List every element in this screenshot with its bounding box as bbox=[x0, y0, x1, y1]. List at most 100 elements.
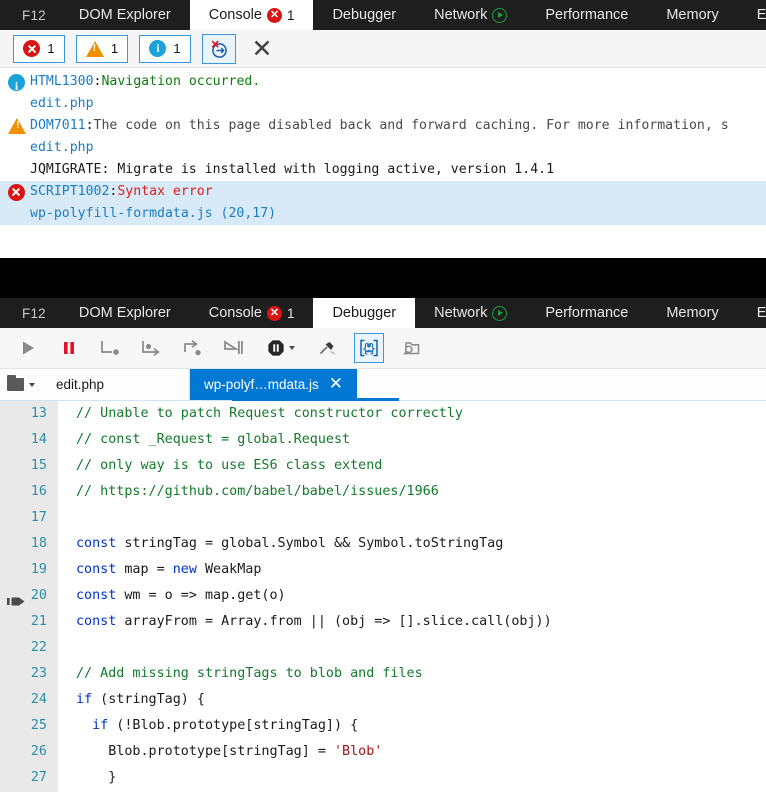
line-number: 15 bbox=[30, 458, 47, 473]
code-token: // https://github.com/babel/babel/issues… bbox=[76, 484, 439, 499]
message-source-link[interactable]: edit.php bbox=[30, 93, 94, 115]
line-content: // Unable to patch Request constructor c… bbox=[58, 401, 463, 427]
tab-console[interactable]: Console ✕ 1 bbox=[190, 298, 314, 328]
code-line-list: 13 // Unable to patch Request constructor… bbox=[0, 401, 766, 791]
code-line[interactable]: 13 // Unable to patch Request constructor… bbox=[0, 401, 766, 427]
console-message-source-row[interactable]: wp-polyfill-formdata.js (20,17) bbox=[0, 203, 766, 225]
code-line[interactable]: 19 const map = new WeakMap bbox=[0, 557, 766, 583]
file-tab[interactable]: edit.php bbox=[42, 369, 190, 400]
step-over-button[interactable] bbox=[137, 334, 165, 362]
code-line[interactable]: 17 bbox=[0, 505, 766, 531]
code-token: (stringTag) { bbox=[92, 692, 205, 707]
filter-info-button[interactable]: 1 bbox=[139, 34, 191, 63]
code-line[interactable]: 26 Blob.prototype[stringTag] = 'Blob' bbox=[0, 739, 766, 765]
tab-label: Debugger bbox=[332, 305, 397, 321]
run-to-cursor-button[interactable] bbox=[219, 334, 247, 362]
tab-label: DOM Explorer bbox=[78, 305, 171, 321]
console-message-source-row[interactable]: edit.php bbox=[0, 137, 766, 159]
code-token: Blob.prototype[stringTag] = bbox=[76, 744, 334, 759]
close-icon[interactable]: ✕ bbox=[329, 376, 343, 393]
warning-triangle-icon bbox=[8, 118, 26, 134]
step-into-button[interactable] bbox=[96, 334, 124, 362]
tab-debugger[interactable]: Debugger bbox=[313, 298, 416, 328]
line-content: const stringTag = global.Symbol && Symbo… bbox=[58, 531, 503, 557]
tab-console[interactable]: Console ✕ 1 bbox=[189, 0, 314, 30]
debugger-toolbar: {} bbox=[0, 328, 766, 369]
clear-console-button[interactable]: ✕ bbox=[247, 34, 277, 64]
break-on-button[interactable] bbox=[260, 334, 300, 362]
break-on-new-worker-button[interactable] bbox=[313, 334, 341, 362]
clear-on-navigate-toggle[interactable] bbox=[202, 33, 236, 64]
console-message-source-row[interactable]: edit.php bbox=[0, 93, 766, 115]
step-out-button[interactable] bbox=[178, 334, 206, 362]
message-severity-warning bbox=[8, 115, 30, 137]
line-number: 26 bbox=[30, 744, 47, 759]
panel-divider bbox=[0, 258, 766, 298]
message-source-link[interactable]: wp-polyfill-formdata.js (20,17) bbox=[30, 203, 276, 225]
code-line[interactable]: 18 const stringTag = global.Symbol && Sym… bbox=[0, 531, 766, 557]
filter-warnings-button[interactable]: 1 bbox=[76, 34, 128, 63]
tab-network[interactable]: Network bbox=[415, 0, 526, 30]
tab-list: DOM Explorer Console ✕ 1 Debugger Network Perf… bbox=[60, 0, 766, 30]
code-line[interactable]: 23 // Add missing stringTags to blob and … bbox=[0, 661, 766, 687]
warning-triangle-icon bbox=[85, 40, 104, 57]
search-folder-icon bbox=[403, 342, 420, 355]
warning-count: 1 bbox=[110, 41, 119, 56]
find-in-files-button[interactable] bbox=[397, 334, 425, 362]
tab-list: DOM Explorer Console ✕ 1 Debugger Network Perf… bbox=[60, 298, 766, 328]
info-circle-icon bbox=[149, 40, 167, 57]
step-into-icon bbox=[101, 341, 119, 355]
tab-debugger[interactable]: Debugger bbox=[313, 0, 415, 30]
code-line[interactable]: 22 bbox=[0, 635, 766, 661]
code-token: stringTag = global.Symbol && Symbol.toSt… bbox=[116, 536, 504, 551]
console-message-list[interactable]: HTML1300: Navigation occurred.edit.phpDO… bbox=[0, 68, 766, 288]
tab-network[interactable]: Network bbox=[415, 298, 526, 328]
file-tab-items: edit.php wp-polyf…mdata.js ✕ bbox=[42, 369, 358, 400]
tab-performance[interactable]: Performance bbox=[526, 298, 647, 328]
code-token: (!Blob.prototype[stringTag]) { bbox=[108, 718, 359, 733]
chevron-down-icon bbox=[29, 382, 35, 387]
code-line[interactable]: 16 // https://github.com/babel/babel/issu… bbox=[0, 479, 766, 505]
code-editor[interactable]: 13 // Unable to patch Request constructor… bbox=[0, 401, 766, 792]
code-token: const bbox=[76, 562, 117, 577]
tab-label: Console bbox=[208, 305, 262, 321]
code-token: // Add missing stringTags to blob and fi… bbox=[76, 666, 423, 681]
code-line[interactable]: 20 const wm = o => map.get(o) bbox=[0, 583, 766, 609]
code-line[interactable]: 24 if (stringTag) { bbox=[0, 687, 766, 713]
code-line[interactable]: 25 if (!Blob.prototype[stringTag]) { bbox=[0, 713, 766, 739]
message-separator: : bbox=[109, 184, 118, 199]
file-tab[interactable]: wp-polyf…mdata.js ✕ bbox=[190, 369, 358, 400]
console-message-row[interactable]: JQMIGRATE: Migrate is installed with log… bbox=[0, 159, 766, 181]
code-line[interactable]: 15 // only way is to use ES6 class extend bbox=[0, 453, 766, 479]
info-count: 1 bbox=[173, 41, 181, 56]
tab-dom-explorer[interactable]: DOM Explorer bbox=[60, 298, 190, 328]
tab-memory[interactable]: Memory bbox=[647, 0, 737, 30]
console-message-row[interactable]: HTML1300: Navigation occurred. bbox=[0, 71, 766, 97]
code-line[interactable]: 27 } bbox=[0, 765, 766, 791]
code-line[interactable]: 21 const arrayFrom = Array.from || (obj =… bbox=[0, 609, 766, 635]
line-number: 14 bbox=[30, 432, 47, 447]
line-number: 18 bbox=[30, 536, 47, 551]
code-token: WeakMap bbox=[196, 562, 262, 577]
tab-e[interactable]: E bbox=[738, 298, 766, 328]
file-picker-button[interactable] bbox=[0, 369, 42, 400]
tab-e[interactable]: E bbox=[738, 0, 766, 30]
tab-performance[interactable]: Performance bbox=[526, 0, 647, 30]
tab-dom-explorer[interactable]: DOM Explorer bbox=[60, 0, 190, 30]
tab-memory[interactable]: Memory bbox=[647, 298, 737, 328]
console-message-row[interactable]: SCRIPT1002: Syntax error bbox=[0, 181, 766, 203]
pin-icon bbox=[319, 342, 336, 355]
continue-button[interactable] bbox=[14, 334, 42, 362]
tab-label: Memory bbox=[666, 305, 719, 321]
line-number: 16 bbox=[30, 484, 47, 499]
filter-errors-button[interactable]: 1 bbox=[13, 34, 65, 63]
console-message-row[interactable]: DOM7011: The code on this page disabled … bbox=[0, 115, 766, 137]
code-line[interactable]: 14 // const _Request = global.Request bbox=[0, 427, 766, 453]
code-token: const bbox=[76, 588, 117, 603]
code-token: const bbox=[76, 536, 117, 551]
tab-label: E bbox=[756, 7, 766, 23]
message-text: JQMIGRATE: Migrate is installed with log… bbox=[30, 162, 555, 177]
pretty-print-button[interactable]: {} bbox=[354, 333, 384, 363]
break-button[interactable] bbox=[55, 334, 83, 362]
message-source-link[interactable]: edit.php bbox=[30, 137, 94, 159]
